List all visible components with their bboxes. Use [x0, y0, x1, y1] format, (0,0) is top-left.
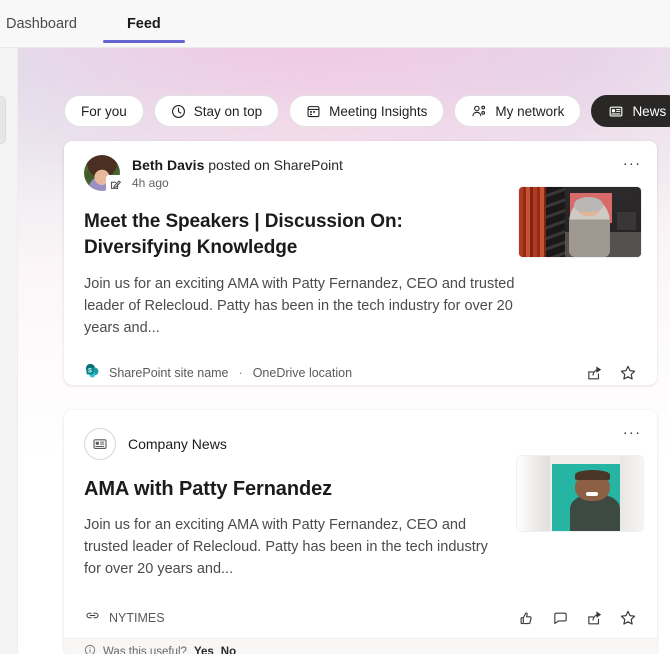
- feedback-prompt: Was this useful?: [103, 646, 187, 654]
- card-source-info: NYTIMES: [84, 607, 165, 629]
- card-body: ···: [64, 141, 657, 339]
- filter-pill-my-network-label: My network: [495, 104, 564, 119]
- card-source-info: S SharePoint site name · OneDrive locati…: [84, 362, 352, 384]
- feedback-yes-button[interactable]: Yes: [194, 646, 214, 654]
- sharepoint-icon: S: [84, 362, 101, 384]
- app-root: Dashboard Feed For you Stay on top: [0, 0, 670, 654]
- card-title[interactable]: Meet the Speakers | Discussion On: Diver…: [84, 209, 504, 261]
- link-icon: [84, 607, 101, 629]
- thumbnail-art: [519, 187, 641, 257]
- news-source-icon: [84, 428, 116, 460]
- filter-pill-my-network[interactable]: My network: [454, 95, 581, 127]
- post-author-name: Beth Davis: [132, 157, 204, 173]
- filter-pill-stay-on-top[interactable]: Stay on top: [154, 95, 279, 127]
- filter-pill-group: For you Stay on top: [64, 95, 670, 127]
- top-tab-bar: Dashboard Feed: [0, 0, 670, 48]
- card-snippet: Join us for an exciting AMA with Patty F…: [84, 273, 516, 339]
- card-title[interactable]: AMA with Patty Fernandez: [84, 476, 504, 502]
- calendar-icon: [306, 104, 321, 119]
- source-secondary-label: OneDrive location: [253, 366, 352, 380]
- post-action-text: posted on SharePoint: [204, 157, 343, 173]
- filter-pill-meeting-insights-label: Meeting Insights: [329, 104, 427, 119]
- post-meta: Beth Davis posted on SharePoint 4h ago: [132, 155, 343, 191]
- filter-pill-stay-on-top-label: Stay on top: [194, 104, 262, 119]
- filter-pill-meeting-insights[interactable]: Meeting Insights: [289, 95, 444, 127]
- tab-dashboard[interactable]: Dashboard: [0, 0, 95, 48]
- tab-dashboard-label: Dashboard: [6, 16, 77, 32]
- source-primary-label: SharePoint site name: [109, 366, 229, 380]
- favorite-star-icon[interactable]: [619, 364, 637, 382]
- left-rail: [0, 48, 18, 654]
- card-footer: NYTIMES: [64, 598, 657, 638]
- card-thumbnail-image[interactable]: [518, 186, 642, 258]
- favorite-star-icon[interactable]: [619, 609, 637, 627]
- filter-pill-for-you-label: For you: [81, 104, 127, 119]
- card-overflow-menu-button[interactable]: ···: [621, 153, 643, 175]
- card-action-bar: [517, 609, 637, 627]
- edit-badge-icon: [106, 175, 124, 193]
- feed-card-company-news[interactable]: ··· Company News AMA with Patty Fernande…: [64, 410, 657, 654]
- post-timestamp: 4h ago: [132, 176, 343, 191]
- comment-icon[interactable]: [551, 609, 569, 627]
- source-primary-label: NYTIMES: [109, 611, 165, 625]
- rail-drag-handle[interactable]: [0, 96, 6, 144]
- svg-text:S: S: [88, 369, 92, 375]
- card-snippet: Join us for an exciting AMA with Patty F…: [84, 514, 500, 580]
- card-body: ··· Company News AMA with Patty Fernande…: [64, 410, 657, 580]
- share-icon[interactable]: [585, 364, 603, 382]
- tab-feed-label: Feed: [127, 16, 161, 32]
- feed-card-sharepoint-post[interactable]: ···: [64, 141, 657, 385]
- card-overflow-menu-button[interactable]: ···: [621, 422, 643, 444]
- thumbnail-art: [517, 456, 643, 531]
- share-icon[interactable]: [585, 609, 603, 627]
- filter-pill-news[interactable]: News: [591, 95, 670, 127]
- filter-pill-news-label: News: [632, 104, 666, 119]
- like-thumbs-up-icon[interactable]: [517, 609, 535, 627]
- clock-icon: [171, 104, 186, 119]
- card-action-bar: [585, 364, 637, 382]
- card-overflow-menu-label: ···: [623, 430, 642, 436]
- feedback-bar: Was this useful? Yes No: [64, 638, 657, 654]
- card-footer: S SharePoint site name · OneDrive locati…: [64, 353, 657, 385]
- source-name-label: Company News: [128, 436, 227, 452]
- post-byline: Beth Davis posted on SharePoint: [132, 156, 343, 174]
- avatar[interactable]: [84, 155, 120, 191]
- card-thumbnail-image[interactable]: [516, 455, 644, 532]
- news-icon: [608, 104, 624, 119]
- card-overflow-menu-label: ···: [623, 161, 642, 167]
- info-icon: [84, 643, 96, 654]
- people-icon: [471, 104, 487, 119]
- feed-page: For you Stay on top: [0, 48, 670, 654]
- feedback-no-button[interactable]: No: [221, 646, 236, 654]
- source-separator: ·: [237, 366, 245, 380]
- tab-feed[interactable]: Feed: [95, 0, 193, 48]
- filter-pill-for-you[interactable]: For you: [64, 95, 144, 127]
